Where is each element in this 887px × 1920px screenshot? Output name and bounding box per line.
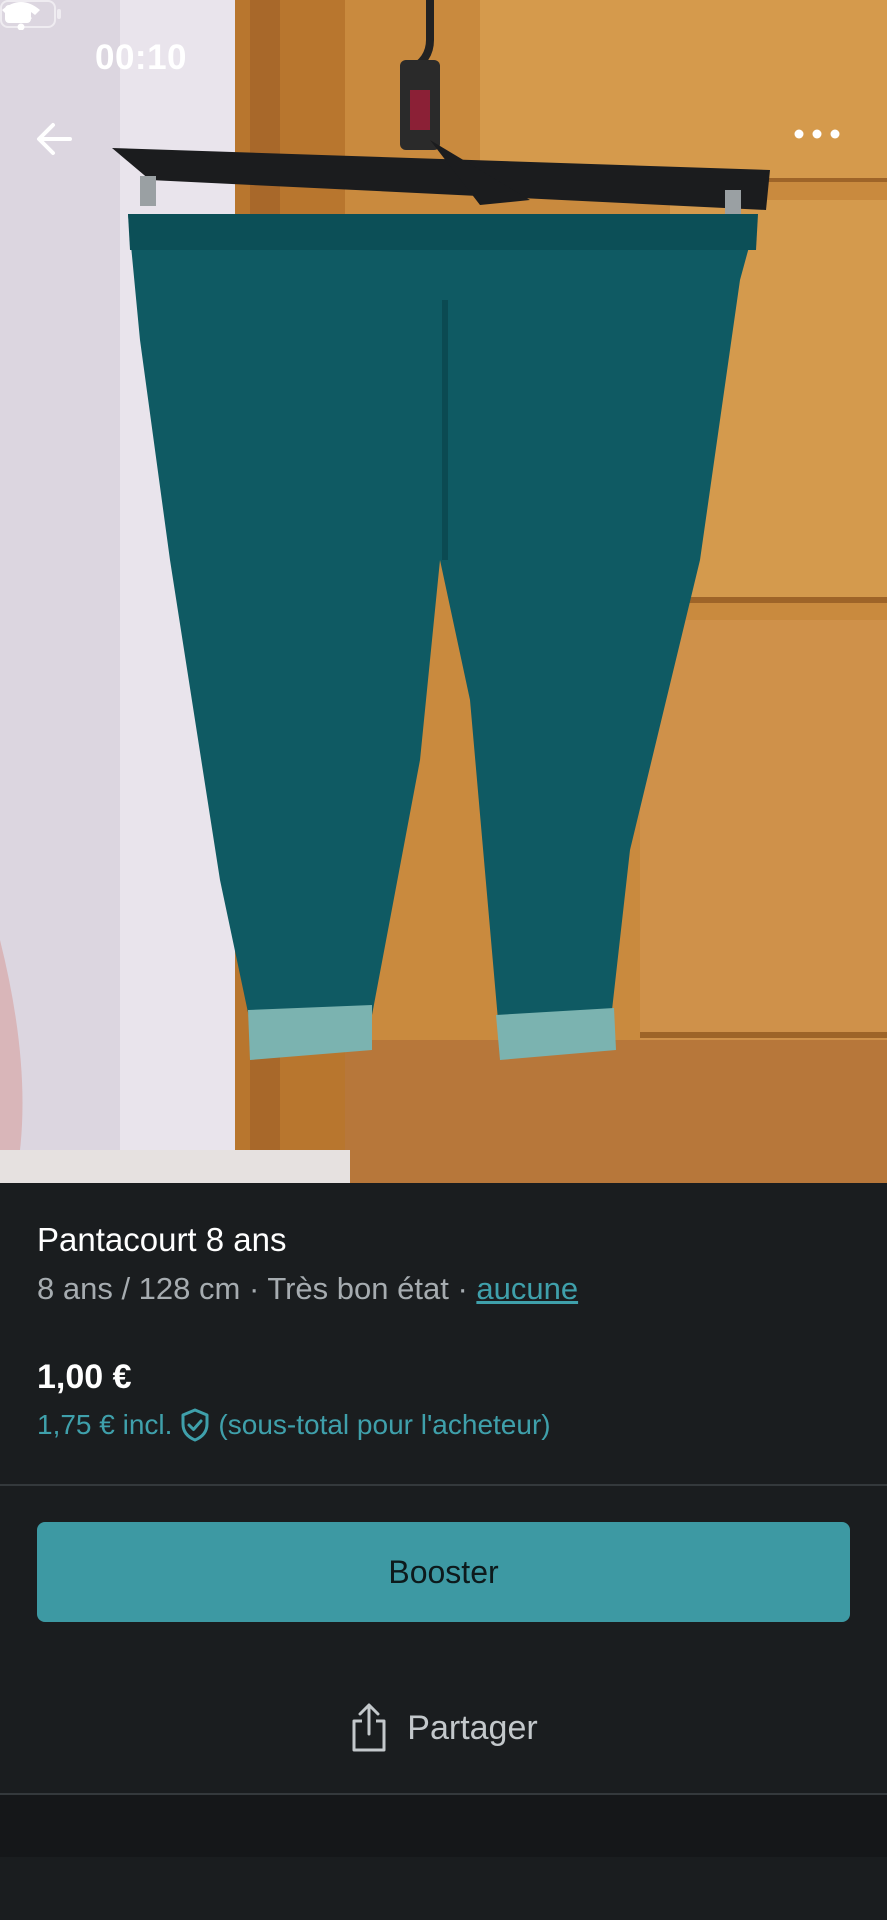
share-label: Partager	[407, 1708, 538, 1747]
share-button[interactable]: Partager	[0, 1690, 887, 1766]
product-image	[0, 0, 887, 1183]
product-photo[interactable]: 00:10	[0, 0, 887, 1183]
share-icon	[352, 1703, 386, 1752]
listing-title: Pantacourt 8 ans	[37, 1221, 287, 1258]
listing-meta: 8 ans / 128 cm · Très bon état · aucune	[37, 1268, 850, 1310]
shield-check-icon	[181, 1408, 209, 1442]
divider	[0, 1484, 887, 1486]
buyer-price[interactable]: 1,75 € incl. (sous-total pour l'acheteur…	[37, 1408, 551, 1442]
bottom-safe-area	[0, 1857, 887, 1920]
buyer-price-note: (sous-total pour l'acheteur)	[218, 1409, 551, 1440]
more-dots-icon	[794, 129, 840, 139]
buyer-price-value: 1,75 € incl.	[37, 1409, 173, 1440]
status-time: 00:10	[95, 38, 188, 77]
more-options-button[interactable]	[793, 128, 863, 184]
listing-info: Pantacourt 8 ans 8 ans / 128 cm · Très b…	[37, 1218, 850, 1310]
brand-link[interactable]: aucune	[476, 1271, 578, 1306]
listing-price: 1,00 €	[37, 1358, 132, 1396]
footer-strip	[0, 1795, 887, 1857]
arrow-left-icon	[37, 123, 72, 155]
back-button[interactable]	[36, 122, 92, 178]
booster-button[interactable]: Booster	[37, 1522, 850, 1622]
listing-meta-text: 8 ans / 128 cm · Très bon état ·	[37, 1271, 477, 1306]
battery-icon	[0, 0, 61, 28]
status-bar: 00:10	[0, 0, 887, 120]
